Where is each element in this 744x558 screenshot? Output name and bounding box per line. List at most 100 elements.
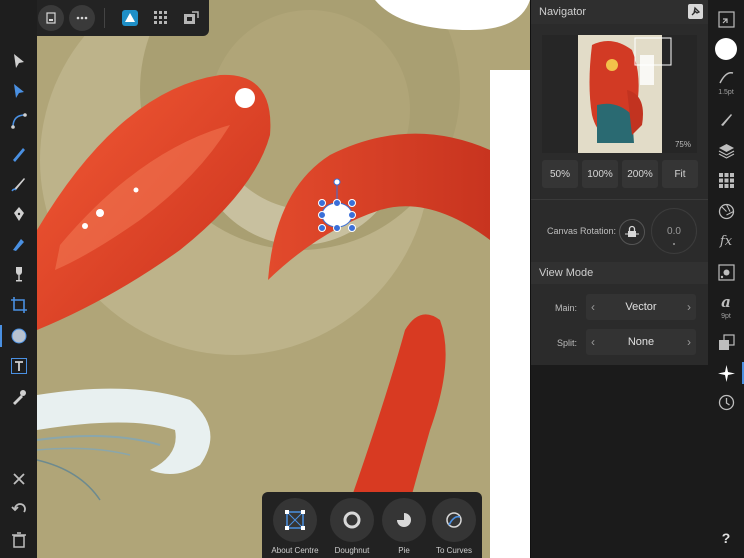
navigator-title: Navigator — [539, 6, 587, 18]
transform-button[interactable] — [715, 331, 737, 353]
transparency-tool[interactable] — [4, 261, 33, 287]
vector-brush-tool[interactable] — [4, 171, 33, 197]
stroke-width-label: 1.5pt — [718, 89, 734, 96]
corner-tool[interactable] — [4, 108, 33, 134]
history-button[interactable] — [715, 391, 737, 413]
undo-button[interactable] — [4, 497, 33, 523]
document-button[interactable] — [38, 5, 64, 31]
color-picker-tool[interactable] — [4, 384, 33, 410]
pie-icon — [397, 513, 411, 527]
zoom-50-button[interactable]: 50% — [542, 160, 578, 188]
trash-icon — [11, 532, 26, 548]
brush-icon — [10, 178, 25, 192]
pen-tool[interactable] — [4, 201, 33, 227]
studio-panel: Navigator 75% 50% 100% 200% Fit Canvas R… — [530, 0, 709, 558]
eyedropper-icon — [12, 390, 26, 405]
typography-icon: a — [721, 293, 731, 311]
to-curves-button[interactable] — [432, 498, 476, 542]
node-tool[interactable] — [4, 78, 33, 104]
crop-tool[interactable] — [4, 292, 33, 318]
navigator-preview[interactable]: 75% — [542, 35, 697, 153]
adjustments-button[interactable] — [715, 200, 737, 222]
about-centre-button[interactable] — [273, 498, 317, 542]
zoom-readout: 75% — [674, 140, 691, 149]
close-icon — [12, 473, 25, 485]
doughnut-button[interactable] — [330, 498, 374, 542]
stroke-button[interactable] — [715, 66, 737, 88]
transform-icon — [718, 333, 735, 350]
effects-button[interactable]: fx — [715, 230, 737, 252]
corner-icon — [10, 113, 27, 129]
designer-persona-button[interactable] — [117, 5, 143, 31]
delete-button[interactable] — [4, 527, 33, 553]
undo-icon — [10, 503, 26, 513]
to-curves-icon — [446, 512, 462, 528]
crop-icon — [10, 297, 27, 313]
navigator-panel: Navigator 75% 50% 100% 200% Fit Canvas R… — [531, 0, 709, 365]
ellipse-tool[interactable] — [0, 323, 33, 349]
chevron-left-icon[interactable]: ‹ — [586, 300, 600, 314]
text-styles-button[interactable]: a — [715, 291, 737, 313]
close-tool[interactable] — [4, 466, 33, 492]
doughnut-icon — [343, 511, 361, 529]
rotation-value: 0.0 — [667, 225, 681, 237]
navigator-thumbnail — [578, 35, 672, 153]
fx-icon: fx — [719, 233, 733, 249]
ellipsis-icon — [76, 16, 88, 20]
brushes-button[interactable] — [715, 108, 737, 130]
pen-nib-icon — [13, 207, 24, 221]
layers-icon — [718, 143, 734, 159]
main-view-selector[interactable]: ‹ Vector › — [586, 294, 696, 320]
help-button[interactable]: ? — [708, 530, 744, 546]
zoom-fit-button[interactable]: Fit — [662, 160, 698, 188]
toolbar-divider — [104, 8, 105, 28]
symbols-icon — [717, 263, 735, 281]
clock-icon — [718, 394, 734, 410]
divider — [531, 199, 709, 200]
pencil-tool[interactable] — [4, 141, 33, 167]
pin-button[interactable] — [688, 4, 703, 19]
chevron-right-icon[interactable]: › — [682, 300, 696, 314]
fill-tool[interactable] — [4, 231, 33, 257]
doughnut-label: Doughnut — [334, 546, 370, 555]
layers-button[interactable] — [715, 139, 737, 161]
wine-glass-icon — [15, 267, 22, 282]
export-persona-button[interactable] — [178, 5, 204, 31]
move-tool[interactable] — [4, 48, 33, 74]
artwork — [36, 0, 530, 558]
pie-button[interactable] — [382, 498, 426, 542]
about-centre-icon — [285, 510, 305, 530]
chevron-left-icon[interactable]: ‹ — [586, 335, 600, 349]
node-pointer-icon — [13, 84, 24, 98]
canvas-rotation-label: Canvas Rotation: — [547, 226, 617, 236]
main-label: Main: — [555, 303, 578, 313]
pin-icon — [691, 6, 701, 16]
more-button[interactable] — [69, 5, 95, 31]
rotation-lock-button[interactable] — [619, 219, 645, 245]
left-toolbar — [0, 0, 37, 558]
symbols-button[interactable] — [715, 261, 737, 283]
rotation-dial-dot — [673, 243, 675, 245]
aperture-icon — [718, 203, 734, 219]
split-view-selector[interactable]: ‹ None › — [586, 329, 696, 355]
fullscreen-button[interactable] — [715, 8, 737, 30]
canvas[interactable] — [0, 0, 530, 558]
ellipse-icon — [11, 328, 26, 344]
context-toolbar: About Centre Doughnut Pie To Curves — [262, 492, 482, 558]
to-curves-label: To Curves — [435, 546, 472, 555]
document-icon — [46, 12, 56, 24]
pixel-persona-button[interactable] — [148, 5, 174, 31]
zoom-100-button[interactable]: 100% — [582, 160, 618, 188]
fill-color-swatch[interactable] — [715, 38, 737, 60]
split-label: Split: — [557, 338, 578, 348]
chevron-right-icon[interactable]: › — [682, 335, 696, 349]
zoom-200-button[interactable]: 200% — [622, 160, 658, 188]
main-view-value: Vector — [625, 301, 657, 313]
lock-icon — [625, 225, 639, 237]
compass-icon — [717, 364, 735, 382]
rotation-dial[interactable]: 0.0 — [651, 208, 697, 254]
pencil-icon — [12, 148, 25, 162]
text-tool[interactable] — [4, 353, 33, 379]
assets-button[interactable] — [715, 169, 737, 191]
navigator-button[interactable] — [715, 362, 737, 384]
